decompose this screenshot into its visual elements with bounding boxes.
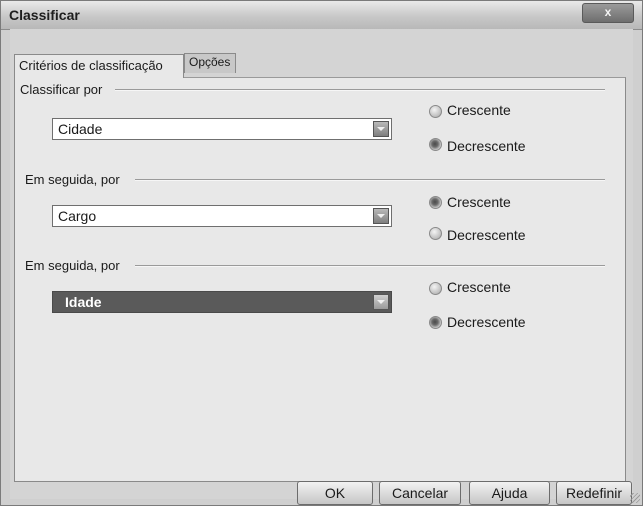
- sort-key-2-descending-label[interactable]: Decrescente: [447, 227, 526, 243]
- sort-key-3-descending-label[interactable]: Decrescente: [447, 314, 526, 330]
- close-button[interactable]: x: [582, 3, 634, 23]
- sort-dialog: Classificar x Critérios de classificação…: [0, 0, 643, 506]
- tab-options[interactable]: Opções: [184, 53, 236, 73]
- sort-key-1-ascending-radio[interactable]: [429, 105, 442, 118]
- group-label-sort-by: Classificar por: [20, 82, 109, 97]
- resize-grip[interactable]: [630, 493, 640, 503]
- chevron-down-icon[interactable]: [373, 294, 389, 310]
- group-separator: [135, 265, 605, 267]
- group-separator: [135, 179, 605, 181]
- sort-key-2-ascending-label[interactable]: Crescente: [447, 194, 511, 210]
- sort-key-1-ascending-label[interactable]: Crescente: [447, 102, 511, 118]
- sort-key-1-descending-radio[interactable]: [429, 138, 442, 151]
- sort-key-1-value: Cidade: [58, 121, 103, 137]
- sort-key-2-select[interactable]: Cargo: [52, 205, 392, 227]
- title-bar[interactable]: Classificar x: [1, 1, 642, 30]
- help-button[interactable]: Ajuda: [469, 481, 550, 505]
- chevron-down-icon[interactable]: [373, 121, 389, 137]
- dialog-body: Critérios de classificação Opções Classi…: [10, 29, 633, 505]
- sort-key-3-select[interactable]: Idade: [52, 291, 392, 313]
- sort-key-3-ascending-radio[interactable]: [429, 282, 442, 295]
- chevron-down-icon[interactable]: [373, 208, 389, 224]
- ok-button[interactable]: OK: [297, 481, 373, 505]
- sort-key-3-ascending-label[interactable]: Crescente: [447, 279, 511, 295]
- tab-label: Critérios de classificação: [19, 58, 163, 73]
- tab-sort-criteria[interactable]: Critérios de classificação: [14, 54, 184, 78]
- sort-key-3-value: Idade: [65, 294, 102, 310]
- close-icon: x: [604, 5, 612, 19]
- sort-criteria-panel: Classificar por Cidade Crescente Decresc…: [14, 77, 626, 482]
- group-label-then-by: Em seguida, por: [25, 172, 126, 187]
- group-label-then-by: Em seguida, por: [25, 258, 126, 273]
- sort-key-3-descending-radio[interactable]: [429, 316, 442, 329]
- group-separator: [115, 89, 605, 91]
- cancel-button[interactable]: Cancelar: [379, 481, 461, 505]
- sort-key-2-ascending-radio[interactable]: [429, 196, 442, 209]
- sort-key-1-select[interactable]: Cidade: [52, 118, 392, 140]
- sort-key-2-descending-radio[interactable]: [429, 227, 442, 240]
- sort-key-2-value: Cargo: [58, 208, 97, 224]
- tab-label: Opções: [189, 55, 231, 69]
- reset-button[interactable]: Redefinir: [556, 481, 632, 505]
- sort-key-1-descending-label[interactable]: Decrescente: [447, 138, 526, 154]
- dialog-title: Classificar: [9, 7, 80, 23]
